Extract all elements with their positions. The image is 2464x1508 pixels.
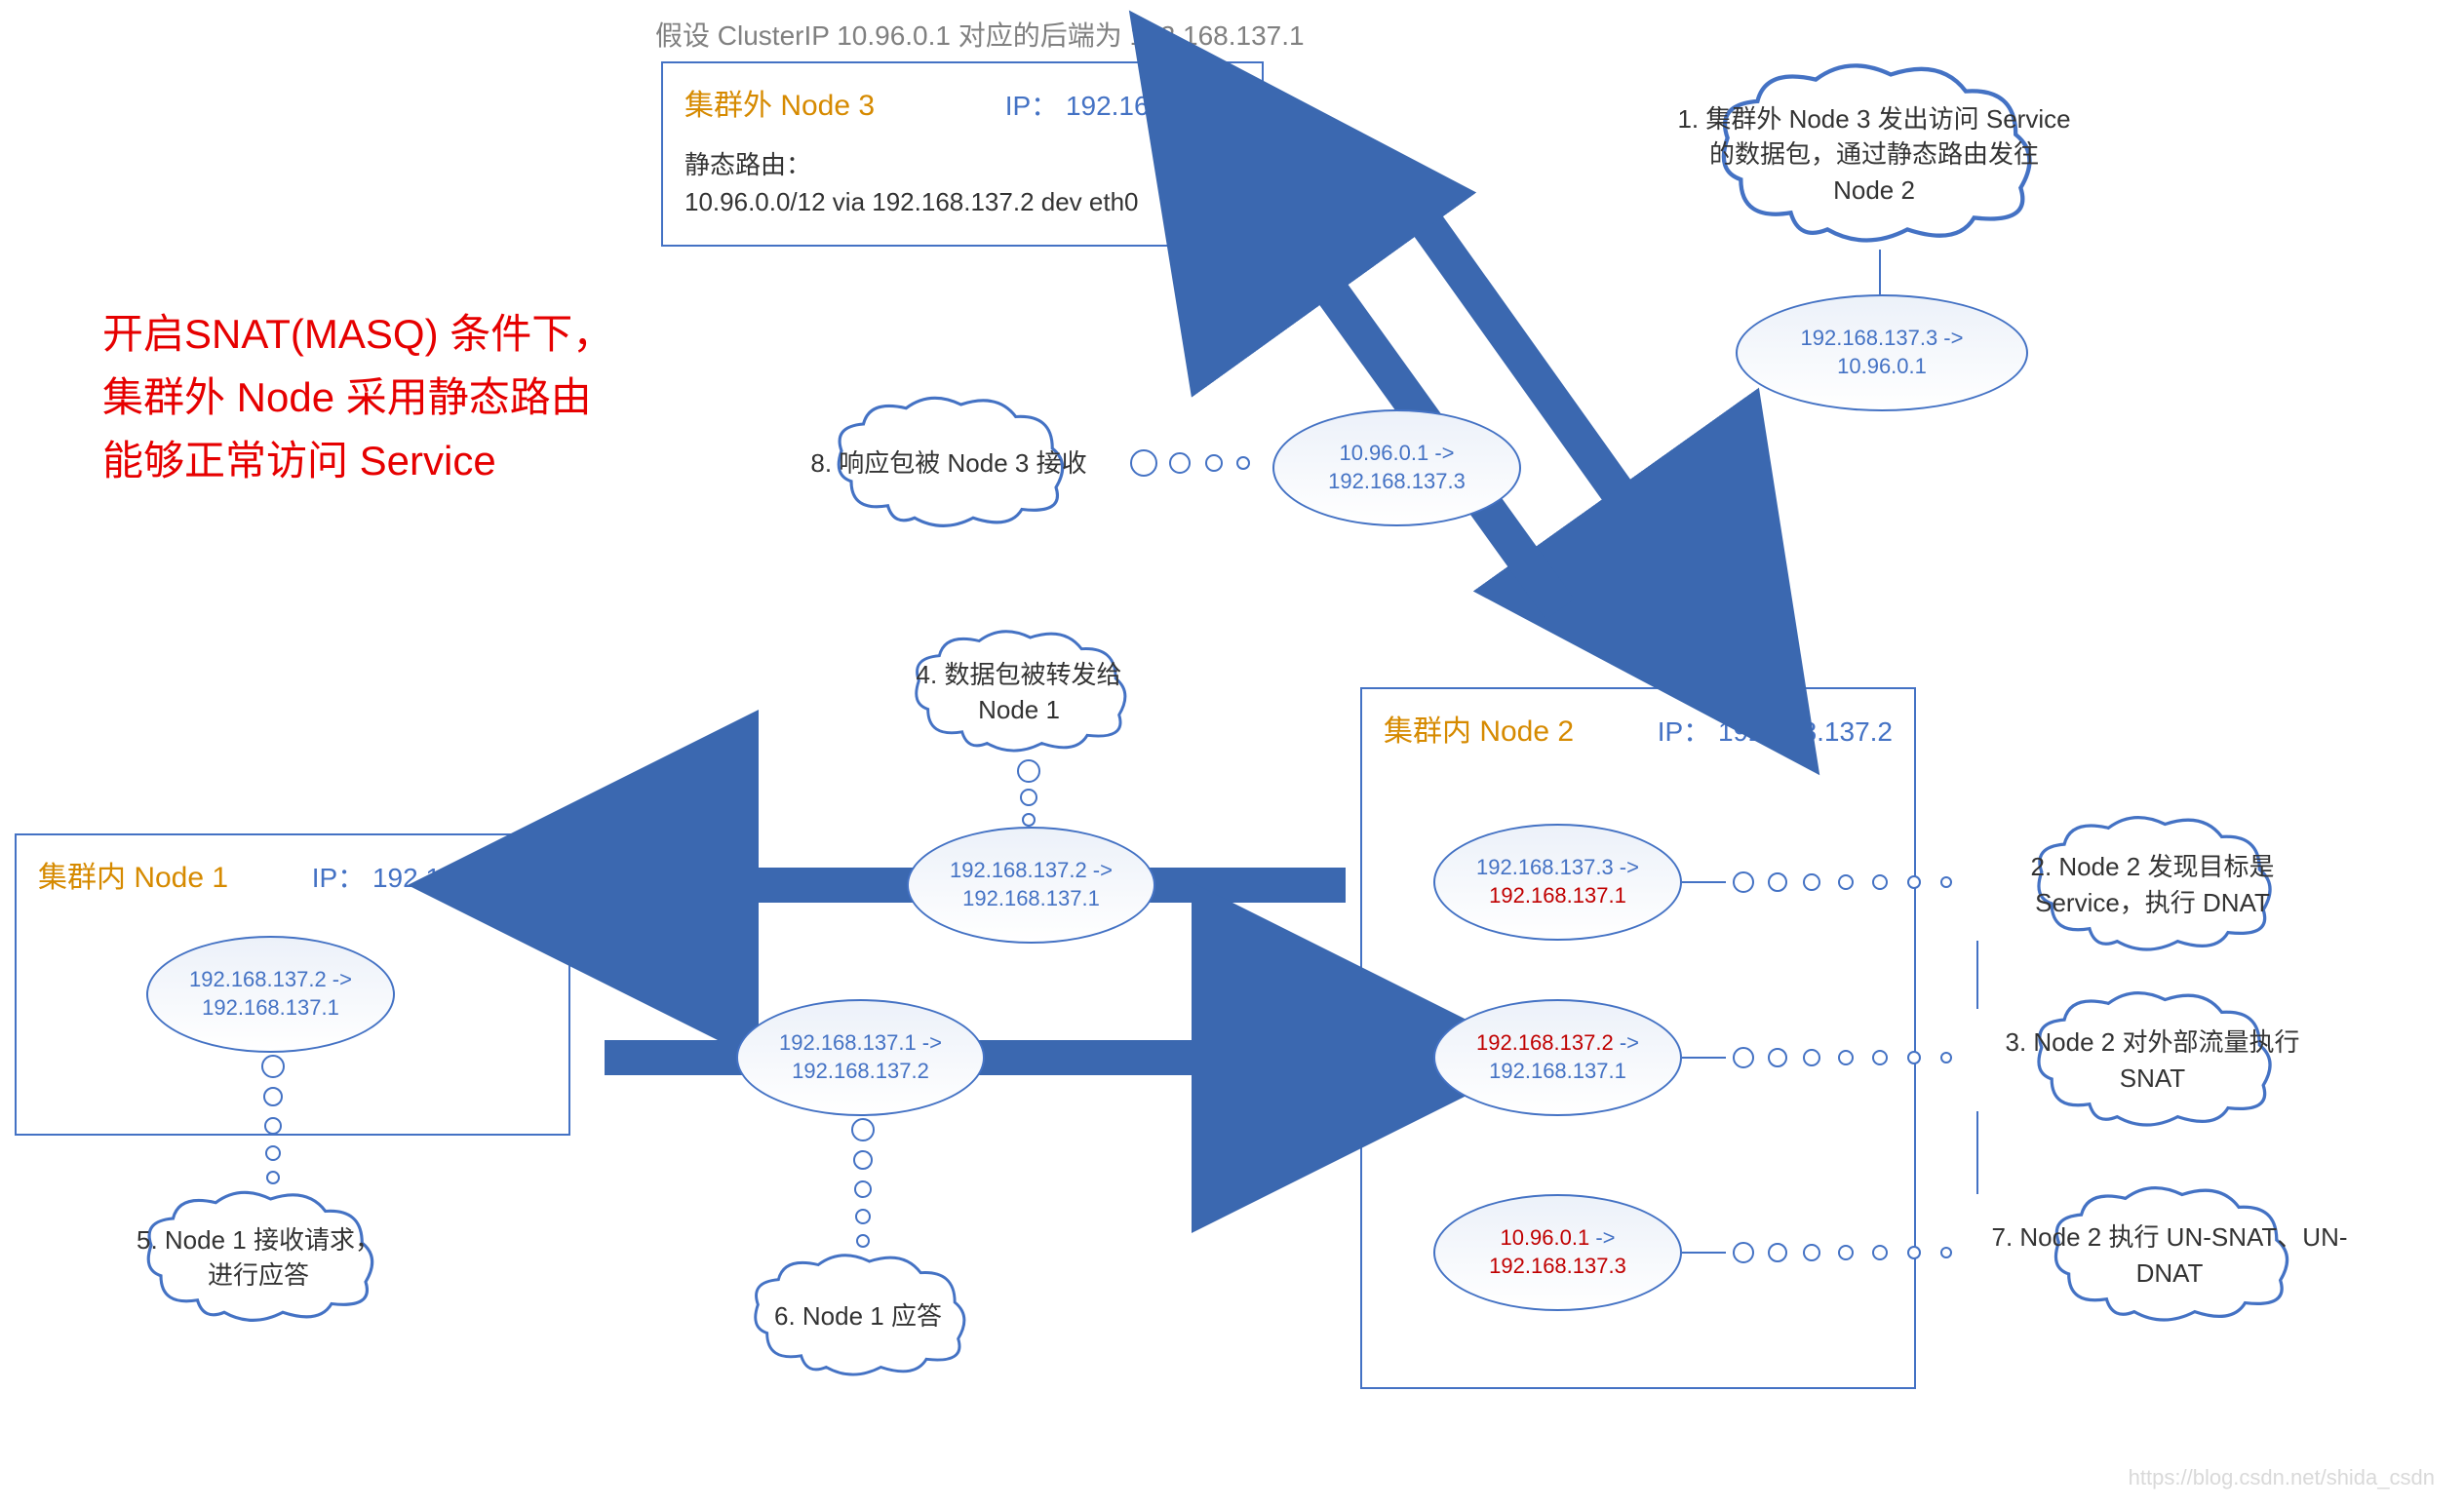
trail-3: [1724, 1019, 1963, 1097]
packet-step6: 192.168.137.1 -> 192.168.137.2: [736, 999, 985, 1116]
cloud-step5: 5. Node 1 接收请求，进行应答: [107, 1184, 410, 1331]
packet-step8: 10.96.0.1 -> 192.168.137.3: [1272, 409, 1521, 526]
packet-node2-snat: 192.168.137.2 -> 192.168.137.1: [1433, 999, 1682, 1116]
cloud-step3: 3. Node 2 对外部流量执行 SNAT: [1960, 985, 2345, 1136]
cloud-step2: 2. Node 2 发现目标是 Service，执行 DNAT: [1960, 809, 2345, 960]
trail-5: [244, 1053, 302, 1189]
trail-7: [1724, 1214, 1963, 1292]
trail-2: [1724, 843, 1963, 921]
packet-step4: 192.168.137.2 -> 192.168.137.1: [907, 827, 1155, 944]
trail-8: [1126, 434, 1282, 492]
packet-node2-undo: 10.96.0.1 -> 192.168.137.3: [1433, 1194, 1682, 1311]
cloud-step7: 7. Node 2 执行 UN-SNAT、UN-DNAT: [1960, 1179, 2379, 1331]
trail-4: [999, 758, 1058, 831]
watermark: https://blog.csdn.net/shida_csdn: [2129, 1465, 2435, 1490]
cloud-step1: 1. 集群外 Node 3 发出访问 Service 的数据包，通过静态路由发往…: [1655, 55, 2093, 254]
packet-node1: 192.168.137.2 -> 192.168.137.1: [146, 936, 395, 1053]
packet-step1: 192.168.137.3 -> 10.96.0.1: [1736, 294, 2028, 411]
cloud-step6: 6. Node 1 应答: [712, 1248, 1004, 1384]
trail-6: [834, 1116, 892, 1253]
cloud-step4: 4. 数据包被转发给 Node 1: [878, 624, 1160, 760]
cloud-step8: 8. 响应包被 Node 3 接收: [768, 390, 1129, 536]
packet-node2-dnat: 192.168.137.3 -> 192.168.137.1: [1433, 824, 1682, 941]
